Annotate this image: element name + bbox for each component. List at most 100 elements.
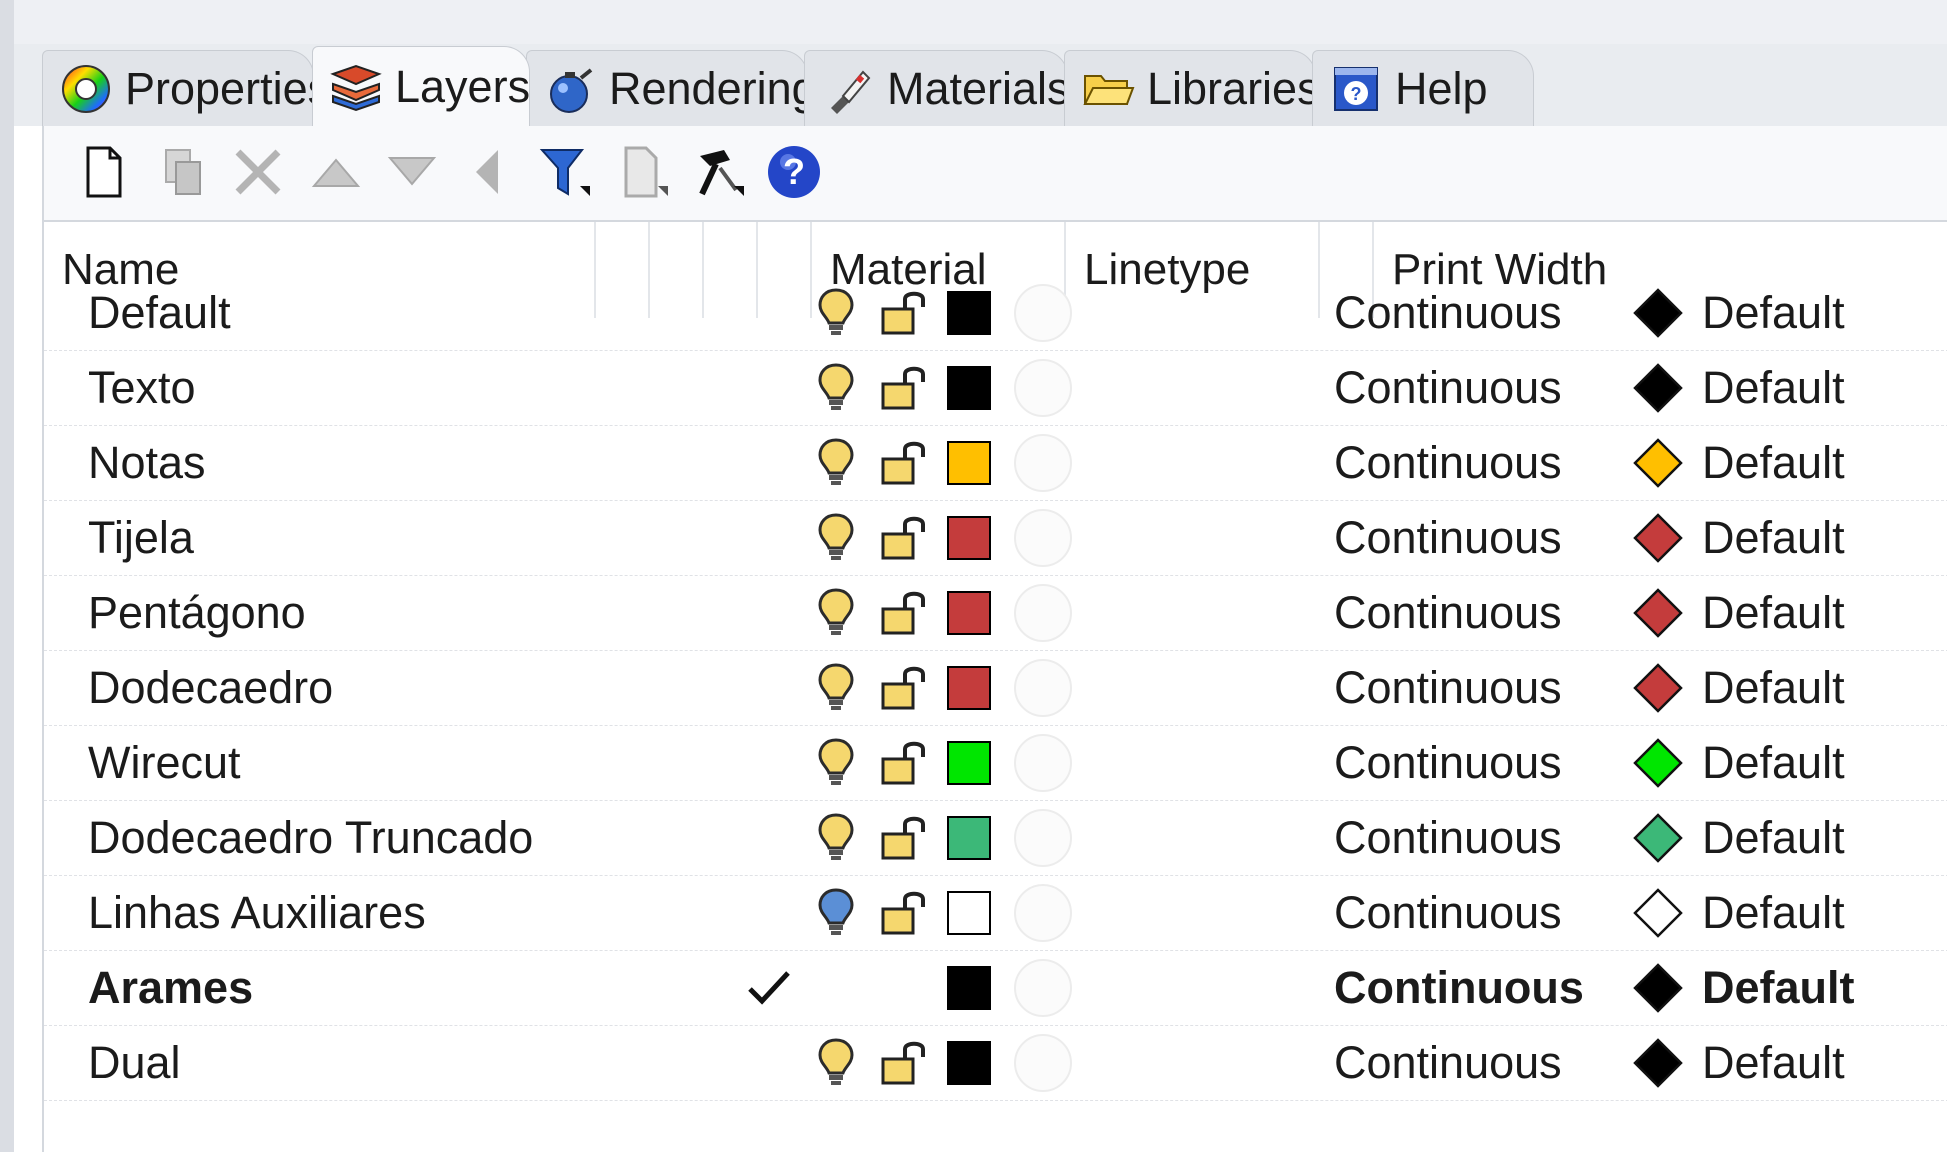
table-row[interactable]: Tijela Continuous Default <box>44 500 1947 576</box>
table-row[interactable]: Pentágono Continuous Default <box>44 575 1947 651</box>
layer-material-swatch[interactable] <box>1008 275 1078 350</box>
print-color-diamond-icon[interactable] <box>1628 800 1688 875</box>
layer-linetype[interactable]: Continuous <box>1334 500 1562 575</box>
layer-material-swatch[interactable] <box>1008 650 1078 725</box>
layer-print-width[interactable]: Default <box>1702 350 1845 425</box>
layer-linetype[interactable]: Continuous <box>1334 650 1562 725</box>
new-sublayer-button[interactable] <box>150 140 214 204</box>
layer-material-swatch[interactable] <box>1008 800 1078 875</box>
layer-material-swatch[interactable] <box>1008 875 1078 950</box>
print-color-diamond-icon[interactable] <box>1628 650 1688 725</box>
print-color-diamond-icon[interactable] <box>1628 575 1688 650</box>
print-color-diamond-icon[interactable] <box>1628 275 1688 350</box>
layer-linetype[interactable]: Continuous <box>1334 950 1584 1025</box>
lightbulb-on-icon[interactable] <box>808 350 864 425</box>
layer-material-swatch[interactable] <box>1008 950 1078 1025</box>
unlocked-padlock-icon[interactable] <box>874 425 934 500</box>
layer-linetype[interactable]: Continuous <box>1334 350 1562 425</box>
table-row[interactable]: Dual Continuous Default <box>44 1025 1947 1101</box>
lightbulb-on-icon[interactable] <box>808 725 864 800</box>
layer-print-width[interactable]: Default <box>1702 800 1845 875</box>
print-color-diamond-icon[interactable] <box>1628 725 1688 800</box>
layer-color-swatch[interactable] <box>942 275 996 350</box>
layer-linetype[interactable]: Continuous <box>1334 275 1562 350</box>
unlocked-padlock-icon[interactable] <box>874 1025 934 1100</box>
lightbulb-on-icon[interactable] <box>808 275 864 350</box>
layer-linetype[interactable]: Continuous <box>1334 425 1562 500</box>
tab-help[interactable]: ? Help <box>1312 50 1534 126</box>
layer-color-swatch[interactable] <box>942 350 996 425</box>
table-row[interactable]: Dodecaedro Continuous Default <box>44 650 1947 726</box>
unlocked-padlock-icon[interactable] <box>874 275 934 350</box>
layer-color-swatch[interactable] <box>942 425 996 500</box>
layer-name[interactable]: Wirecut <box>88 725 241 800</box>
help-button[interactable]: ? <box>762 140 826 204</box>
layer-name[interactable]: Pentágono <box>88 575 306 650</box>
new-layer-button[interactable] <box>72 140 136 204</box>
layer-name[interactable]: Texto <box>88 350 196 425</box>
layer-name[interactable]: Dual <box>88 1025 181 1100</box>
layer-material-swatch[interactable] <box>1008 725 1078 800</box>
layer-print-width[interactable]: Default <box>1702 650 1845 725</box>
tab-materials[interactable]: Materials <box>804 50 1070 126</box>
layer-print-width[interactable]: Default <box>1702 425 1845 500</box>
layer-color-swatch[interactable] <box>942 875 996 950</box>
layer-print-width[interactable]: Default <box>1702 725 1845 800</box>
unlocked-padlock-icon[interactable] <box>874 800 934 875</box>
lightbulb-on-icon[interactable] <box>808 800 864 875</box>
layer-linetype[interactable]: Continuous <box>1334 725 1562 800</box>
move-down-button[interactable] <box>380 140 444 204</box>
unlocked-padlock-icon[interactable] <box>874 350 934 425</box>
layer-name[interactable]: Notas <box>88 425 206 500</box>
lightbulb-on-icon[interactable] <box>808 1025 864 1100</box>
layer-color-swatch[interactable] <box>942 725 996 800</box>
print-color-diamond-icon[interactable] <box>1628 425 1688 500</box>
print-color-diamond-icon[interactable] <box>1628 350 1688 425</box>
move-up-button[interactable] <box>304 140 368 204</box>
layer-name[interactable]: Dodecaedro Truncado <box>88 800 533 875</box>
page-button[interactable] <box>610 140 674 204</box>
tab-layers[interactable]: Layers <box>312 46 530 126</box>
table-row[interactable]: Default Continuous Default <box>44 275 1947 351</box>
lightbulb-on-icon[interactable] <box>808 575 864 650</box>
layer-linetype[interactable]: Continuous <box>1334 575 1562 650</box>
tools-button[interactable] <box>686 140 750 204</box>
unlocked-padlock-icon[interactable] <box>874 500 934 575</box>
layer-color-swatch[interactable] <box>942 950 996 1025</box>
print-color-diamond-icon[interactable] <box>1628 500 1688 575</box>
layer-print-width[interactable]: Default <box>1702 1025 1845 1100</box>
lightbulb-on-icon[interactable] <box>808 425 864 500</box>
lightbulb-off-icon[interactable] <box>808 875 864 950</box>
layer-linetype[interactable]: Continuous <box>1334 875 1562 950</box>
layer-color-swatch[interactable] <box>942 575 996 650</box>
layer-linetype[interactable]: Continuous <box>1334 1025 1562 1100</box>
print-color-diamond-icon[interactable] <box>1628 950 1688 1025</box>
layer-print-width[interactable]: Default <box>1702 275 1845 350</box>
table-row[interactable]: Linhas Auxiliares Continuous Default <box>44 875 1947 951</box>
print-color-diamond-icon[interactable] <box>1628 875 1688 950</box>
layer-color-swatch[interactable] <box>942 1025 996 1100</box>
table-row[interactable]: Dodecaedro Truncado Continuous Default <box>44 800 1947 876</box>
table-row[interactable]: Texto Continuous Default <box>44 350 1947 426</box>
layer-material-swatch[interactable] <box>1008 500 1078 575</box>
layer-material-swatch[interactable] <box>1008 575 1078 650</box>
layer-name[interactable]: Default <box>88 275 231 350</box>
filter-button[interactable] <box>534 140 598 204</box>
unlocked-padlock-icon[interactable] <box>874 650 934 725</box>
layer-material-swatch[interactable] <box>1008 425 1078 500</box>
layer-material-swatch[interactable] <box>1008 1025 1078 1100</box>
layer-color-swatch[interactable] <box>942 500 996 575</box>
table-row[interactable]: Arames Continuous Default <box>44 950 1947 1026</box>
layer-name[interactable]: Arames <box>88 950 253 1025</box>
unlocked-padlock-icon[interactable] <box>874 725 934 800</box>
layer-name[interactable]: Linhas Auxiliares <box>88 875 426 950</box>
layer-print-width[interactable]: Default <box>1702 500 1845 575</box>
layer-print-width[interactable]: Default <box>1702 875 1845 950</box>
current-layer-checkmark-icon[interactable] <box>739 950 799 1025</box>
tab-libraries[interactable]: Libraries <box>1064 50 1320 126</box>
layer-print-width[interactable]: Default <box>1702 950 1855 1025</box>
table-row[interactable]: Wirecut Continuous Default <box>44 725 1947 801</box>
layer-name[interactable]: Dodecaedro <box>88 650 333 725</box>
print-color-diamond-icon[interactable] <box>1628 1025 1688 1100</box>
delete-layer-button[interactable] <box>226 140 290 204</box>
